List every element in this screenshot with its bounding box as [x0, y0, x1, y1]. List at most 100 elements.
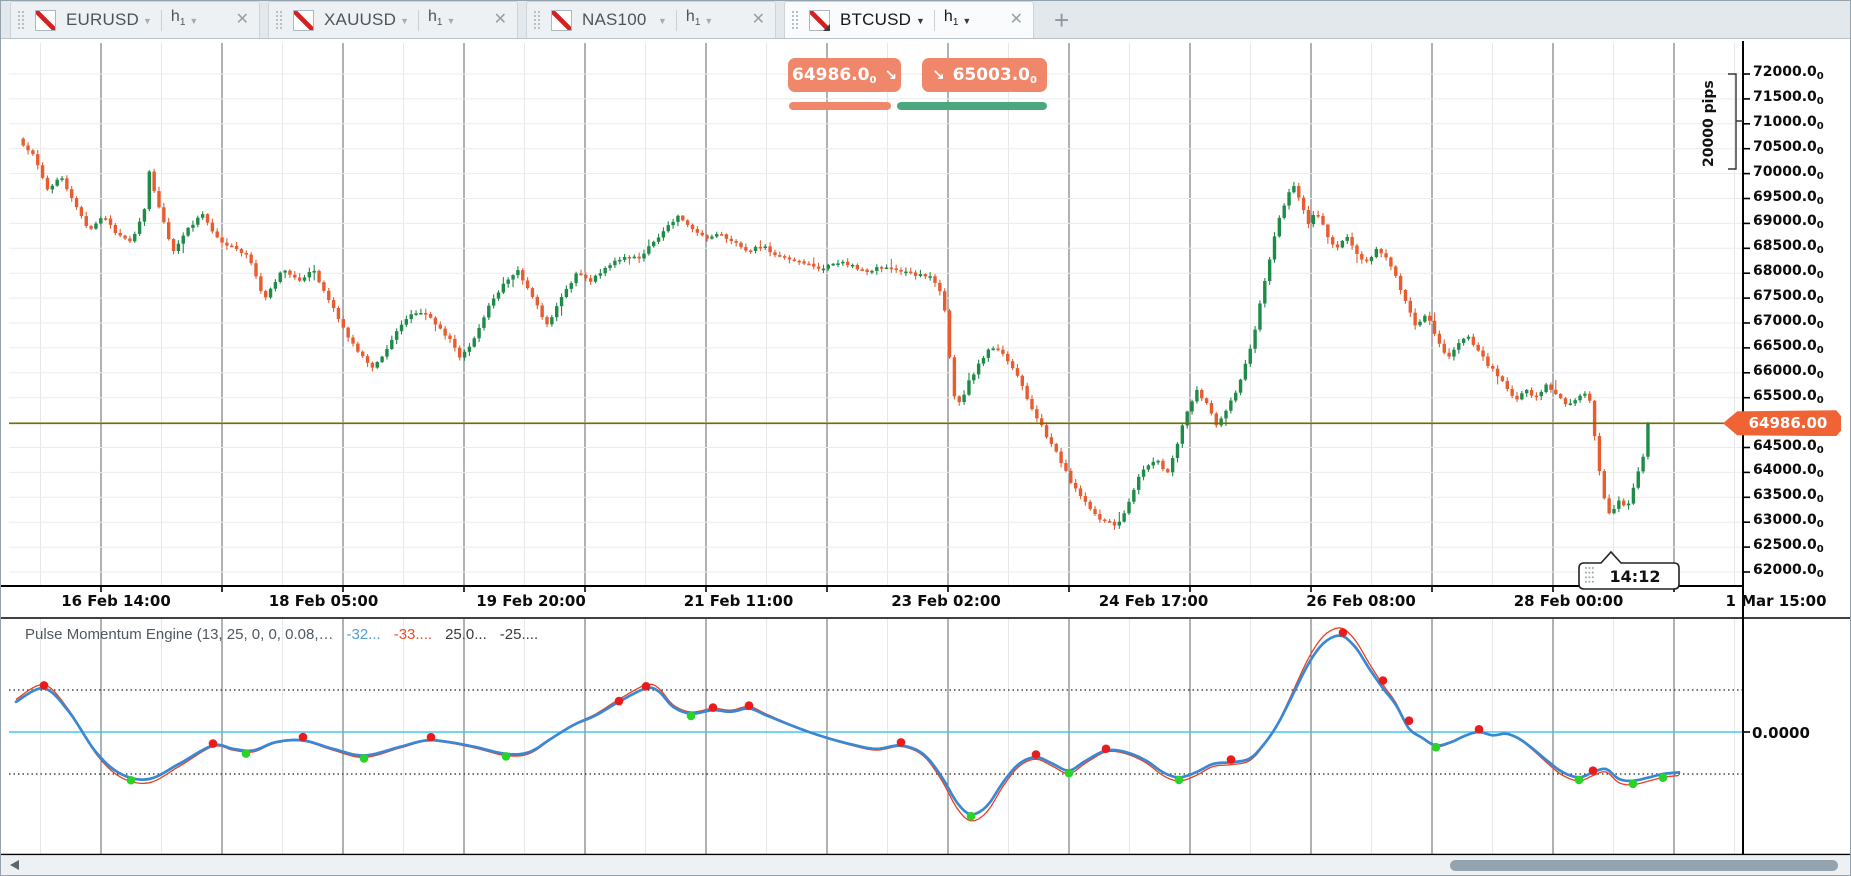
symbol-dropdown-icon[interactable]: ▼ [658, 16, 667, 26]
tab-separator [418, 10, 419, 31]
price-axis-label: 63000.00 [1753, 512, 1824, 530]
price-axis-label: 62000.00 [1753, 562, 1824, 580]
tab-symbol-label: BTCUSD [840, 10, 912, 30]
tab-grip-handle[interactable] [17, 10, 26, 31]
candles [22, 137, 1650, 530]
chart-symbol-icon [35, 10, 56, 31]
overlays: 14:12 [9, 74, 1743, 589]
time-axis-label: 26 Feb 08:00 [1306, 592, 1416, 610]
timeframe-label: h1 [171, 9, 185, 31]
pivot-dot-red [745, 701, 754, 710]
price-axis-label: 65500.00 [1753, 388, 1824, 406]
indicator-readout-value: -33.... [394, 626, 432, 643]
chart-symbol-icon [551, 10, 572, 31]
symbol-dropdown-icon[interactable]: ▼ [916, 16, 925, 26]
buy-button[interactable]: ↘ 65003.00 [922, 58, 1047, 92]
tab-close-icon[interactable]: ✕ [236, 12, 249, 28]
time-axis-label: 21 Feb 11:00 [684, 592, 794, 610]
timeframe-dropdown-icon[interactable]: ▼ [189, 16, 198, 26]
timeframe-dropdown-icon[interactable]: ▼ [962, 16, 971, 26]
sell-price: 64986.00 [792, 65, 876, 86]
pivot-dot-green [1629, 780, 1638, 789]
tab-grip-handle[interactable] [275, 10, 284, 31]
pivot-dot-red [615, 697, 624, 706]
pivot-dot-green [687, 712, 696, 721]
trading-platform-window: EURUSD▼h1▼✕XAUUSD▼h1▼✕NAS100▼h1▼✕BTCUSD▼… [0, 0, 1851, 876]
chart-symbol-icon [293, 10, 314, 31]
pips-bracket [1728, 74, 1743, 169]
pivot-dot-green [1659, 773, 1668, 782]
indicator-zero-label: 0.0000 [1752, 724, 1810, 742]
pivot-dot-red [1589, 766, 1598, 775]
buy-price: 65003.00 [953, 65, 1037, 86]
price-axis-label: 62500.00 [1753, 537, 1824, 555]
time-cursor-value: 14:12 [1610, 567, 1661, 586]
chart-area[interactable]: 14:12 72000.00 71500.00 71000.00 70500.00 70… [1, 39, 1850, 875]
pivot-dot-red [1227, 755, 1236, 764]
price-axis-label: 70000.00 [1753, 164, 1824, 182]
indicator-main-line [16, 636, 1679, 815]
pivot-dot-red [1475, 725, 1484, 734]
timeframe-dropdown-icon[interactable]: ▼ [446, 16, 455, 26]
buy-arrow-icon: ↘ [932, 66, 945, 84]
price-axis-label: 64000.00 [1753, 462, 1824, 480]
price-axis-label: 71000.00 [1753, 114, 1824, 132]
price-axis-label: 70500.00 [1753, 139, 1824, 157]
pivot-dot-red [1032, 750, 1041, 759]
sell-arrow-icon: ↘ [884, 66, 897, 84]
tab-xauusd[interactable]: XAUUSD▼h1▼✕ [268, 1, 518, 38]
tab-eurusd[interactable]: EURUSD ▼ h1 ▼ ✕ [10, 1, 260, 38]
timeframe-dropdown-icon[interactable]: ▼ [704, 16, 713, 26]
pivot-dot-red [1379, 676, 1388, 685]
tab-symbol-label: NAS100 [582, 10, 654, 30]
tab-separator [934, 10, 935, 31]
indicator-signal-line [16, 628, 1679, 821]
tab-close-icon[interactable]: ✕ [1010, 12, 1023, 28]
time-axis-label: 23 Feb 02:00 [891, 592, 1001, 610]
time-axis-label: 16 Feb 14:00 [61, 592, 171, 610]
tab-separator [676, 10, 677, 31]
tab-grip-handle[interactable] [791, 10, 800, 31]
chart-symbol-icon [809, 10, 830, 31]
indicator-readout-value: -25.... [500, 626, 538, 643]
pivot-dot-green [1175, 776, 1184, 785]
indicator-title[interactable]: Pulse Momentum Engine (13, 25, 0, 0, 0.0… [25, 626, 538, 643]
price-axis-label: 63500.00 [1753, 487, 1824, 505]
tab-grip-handle[interactable] [533, 10, 542, 31]
tab-btcusd[interactable]: BTCUSD▼h1▼✕ [784, 1, 1034, 38]
timeframe-label: h1 [686, 9, 700, 31]
price-axis-label: 71500.00 [1753, 89, 1824, 107]
add-chart-button[interactable]: + [1048, 9, 1075, 31]
tab-close-icon[interactable]: ✕ [752, 12, 765, 28]
indicator-readout-value: 25.0... [445, 626, 487, 643]
symbol-dropdown-icon[interactable]: ▼ [143, 16, 152, 26]
price-axis-label: 67000.00 [1753, 313, 1824, 331]
time-axis-label: 24 Feb 17:00 [1099, 592, 1209, 610]
sell-depth-bar [789, 102, 891, 110]
pivot-dot-red [642, 682, 651, 691]
pivot-dot-green [502, 752, 511, 761]
tab-bar: EURUSD▼h1▼✕XAUUSD▼h1▼✕NAS100▼h1▼✕BTCUSD▼… [1, 1, 1850, 39]
scrollbar-thumb[interactable] [1450, 860, 1838, 871]
price-axis-label: 66500.00 [1753, 338, 1824, 356]
scroll-left-arrow-icon[interactable] [10, 860, 19, 870]
pivot-dot-green [127, 776, 136, 785]
buy-depth-bar [897, 102, 1047, 110]
pivot-dot-green [1432, 743, 1441, 752]
tab-close-icon[interactable]: ✕ [494, 12, 507, 28]
price-axis-label: 72000.00 [1753, 64, 1824, 82]
symbol-dropdown-icon[interactable]: ▼ [400, 16, 409, 26]
sell-button[interactable]: 64986.00 ↘ [788, 58, 901, 92]
chart-canvas[interactable]: 14:12 [1, 39, 1851, 876]
price-axis-label: 68000.00 [1753, 263, 1824, 281]
price-axis-label: 69500.00 [1753, 189, 1824, 207]
price-axis-label: 69000.00 [1753, 213, 1824, 231]
tab-nas100[interactable]: NAS100 ▼ h1 ▼ ✕ [526, 1, 776, 38]
pivot-dot-red [1405, 716, 1414, 725]
timeframe-label: h1 [428, 9, 442, 31]
pivot-dot-green [1065, 769, 1074, 778]
time-axis-label: 1 Mar 15:00 [1725, 592, 1826, 610]
tab-symbol-label: EURUSD [66, 10, 139, 30]
pivot-dot-red [897, 738, 906, 747]
horizontal-scrollbar[interactable] [1, 855, 1850, 875]
